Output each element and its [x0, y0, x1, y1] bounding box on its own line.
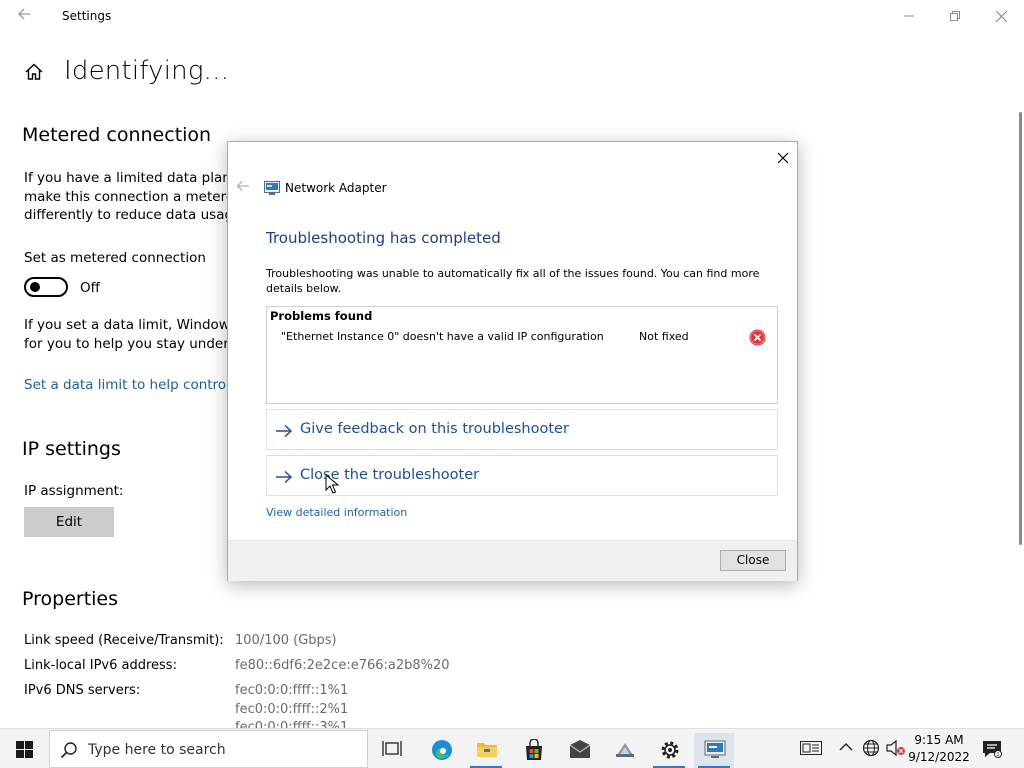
ipv6-dns-value: fec0:0:0:ffff::1%1 [235, 683, 349, 698]
data-limit-description: If you set a data limit, Windows will se… [24, 316, 229, 353]
metered-toggle[interactable] [24, 277, 68, 297]
metered-description: If you have a limited data plan and want… [24, 169, 229, 225]
metered-desc-line: If you have a limited data plan and want… [24, 170, 229, 186]
network-adapter-icon [264, 180, 280, 195]
problems-list: Problems found "Ethernet Instance 0" doe… [266, 306, 778, 404]
dialog-footer: Close [228, 540, 797, 581]
view-detailed-information-link[interactable]: View detailed information [266, 506, 407, 519]
windows-logo-icon [16, 741, 33, 758]
problems-heading: Problems found [270, 309, 373, 323]
restore-button[interactable] [932, 0, 978, 32]
ipv6-dns-value: fec0:0:0:ffff::3%1 [235, 720, 349, 728]
give-feedback-command[interactable]: Give feedback on this troubleshooter [266, 409, 778, 450]
dialog-app-title: Network Adapter [285, 181, 387, 195]
ipv6-dns-value: fec0:0:0:ffff::2%1 [235, 702, 349, 717]
give-feedback-label: Give feedback on this troubleshooter [300, 421, 569, 437]
start-button[interactable] [0, 729, 48, 768]
network-tool-icon[interactable] [604, 733, 644, 768]
microsoft-store-icon[interactable] [513, 733, 553, 768]
search-icon [60, 742, 77, 759]
problem-text: "Ethernet Instance 0" doesn't have a val… [281, 330, 604, 343]
search-placeholder: Type here to search [88, 742, 226, 758]
metered-desc-line: differently to reduce data usage when yo… [24, 207, 229, 223]
metered-desc-line: make this connection a metered network. … [24, 188, 229, 205]
close-button[interactable]: Close [720, 550, 786, 571]
title-bar: Settings [0, 0, 1024, 32]
troubleshooter-dialog: Network Adapter Troubleshooting has comp… [227, 141, 798, 581]
svg-text:1: 1 [996, 752, 999, 758]
close-window-button[interactable] [978, 0, 1024, 32]
clock-time: 9:15 AM [914, 733, 964, 747]
close-troubleshooter-command[interactable]: Close the troubleshooter [266, 455, 778, 496]
ipv6-address-value: fe80::6df6:2e2ce:e766:a2b8%20 [235, 658, 450, 673]
chevron-up-icon[interactable] [839, 739, 859, 759]
toggle-state: Off [80, 280, 100, 296]
limit-desc-line: If you set a data limit, Windows will se… [24, 317, 229, 333]
ipv6-address-label: Link-local IPv6 address: [24, 658, 177, 673]
edge-browser-icon[interactable] [421, 733, 461, 768]
properties-heading: Properties [22, 588, 119, 610]
network-status-icon[interactable] [862, 739, 882, 759]
notification-center-icon[interactable]: 1 [982, 739, 1002, 759]
taskbar: Type here to search 9:15 AM 9/12/2022 1 [0, 728, 1024, 768]
mouse-cursor-icon [325, 473, 340, 494]
home-icon[interactable] [24, 62, 44, 82]
task-view-icon[interactable] [372, 733, 412, 768]
toggle-knob [30, 282, 40, 292]
dialog-description: Troubleshooting was unable to automatica… [266, 267, 760, 295]
taskbar-search-box[interactable]: Type here to search [49, 730, 368, 768]
troubleshooter-taskbar-icon[interactable] [694, 733, 734, 768]
limit-desc-line: for you to help you stay under your limi… [24, 335, 229, 352]
metered-heading: Metered connection [22, 124, 212, 146]
page-title: Identifying... [64, 56, 230, 86]
dialog-close-icon[interactable] [773, 148, 793, 168]
data-limit-link[interactable]: Set a data limit to help control data us… [24, 377, 229, 393]
dialog-heading: Troubleshooting has completed [266, 229, 501, 247]
back-arrow-icon[interactable] [14, 6, 34, 26]
edit-button[interactable]: Edit [24, 507, 114, 537]
error-icon [749, 329, 766, 346]
clock-date: 9/12/2022 [908, 750, 970, 764]
scrollbar[interactable] [1019, 112, 1022, 545]
mail-icon[interactable] [559, 733, 599, 768]
dialog-back-arrow-icon[interactable] [236, 180, 250, 196]
ip-settings-heading: IP settings [22, 438, 121, 460]
window-title: Settings [62, 9, 112, 23]
link-speed-label: Link speed (Receive/Transmit): [24, 633, 224, 648]
keyboard-input-icon[interactable] [800, 739, 822, 759]
minimize-button[interactable] [886, 0, 932, 32]
problem-status: Not fixed [639, 330, 689, 343]
ipv6-dns-label: IPv6 DNS servers: [24, 683, 141, 698]
metered-toggle-label: Set as metered connection [24, 250, 206, 266]
arrow-right-icon [275, 469, 293, 484]
settings-gear-icon[interactable] [649, 733, 689, 768]
link-speed-value: 100/100 (Gbps) [235, 633, 337, 648]
file-explorer-icon[interactable] [466, 733, 506, 768]
taskbar-clock[interactable]: 9:15 AM 9/12/2022 [908, 732, 970, 766]
volume-muted-icon[interactable] [886, 739, 906, 759]
arrow-right-icon [275, 423, 293, 438]
ip-assignment-label: IP assignment: [24, 483, 124, 499]
